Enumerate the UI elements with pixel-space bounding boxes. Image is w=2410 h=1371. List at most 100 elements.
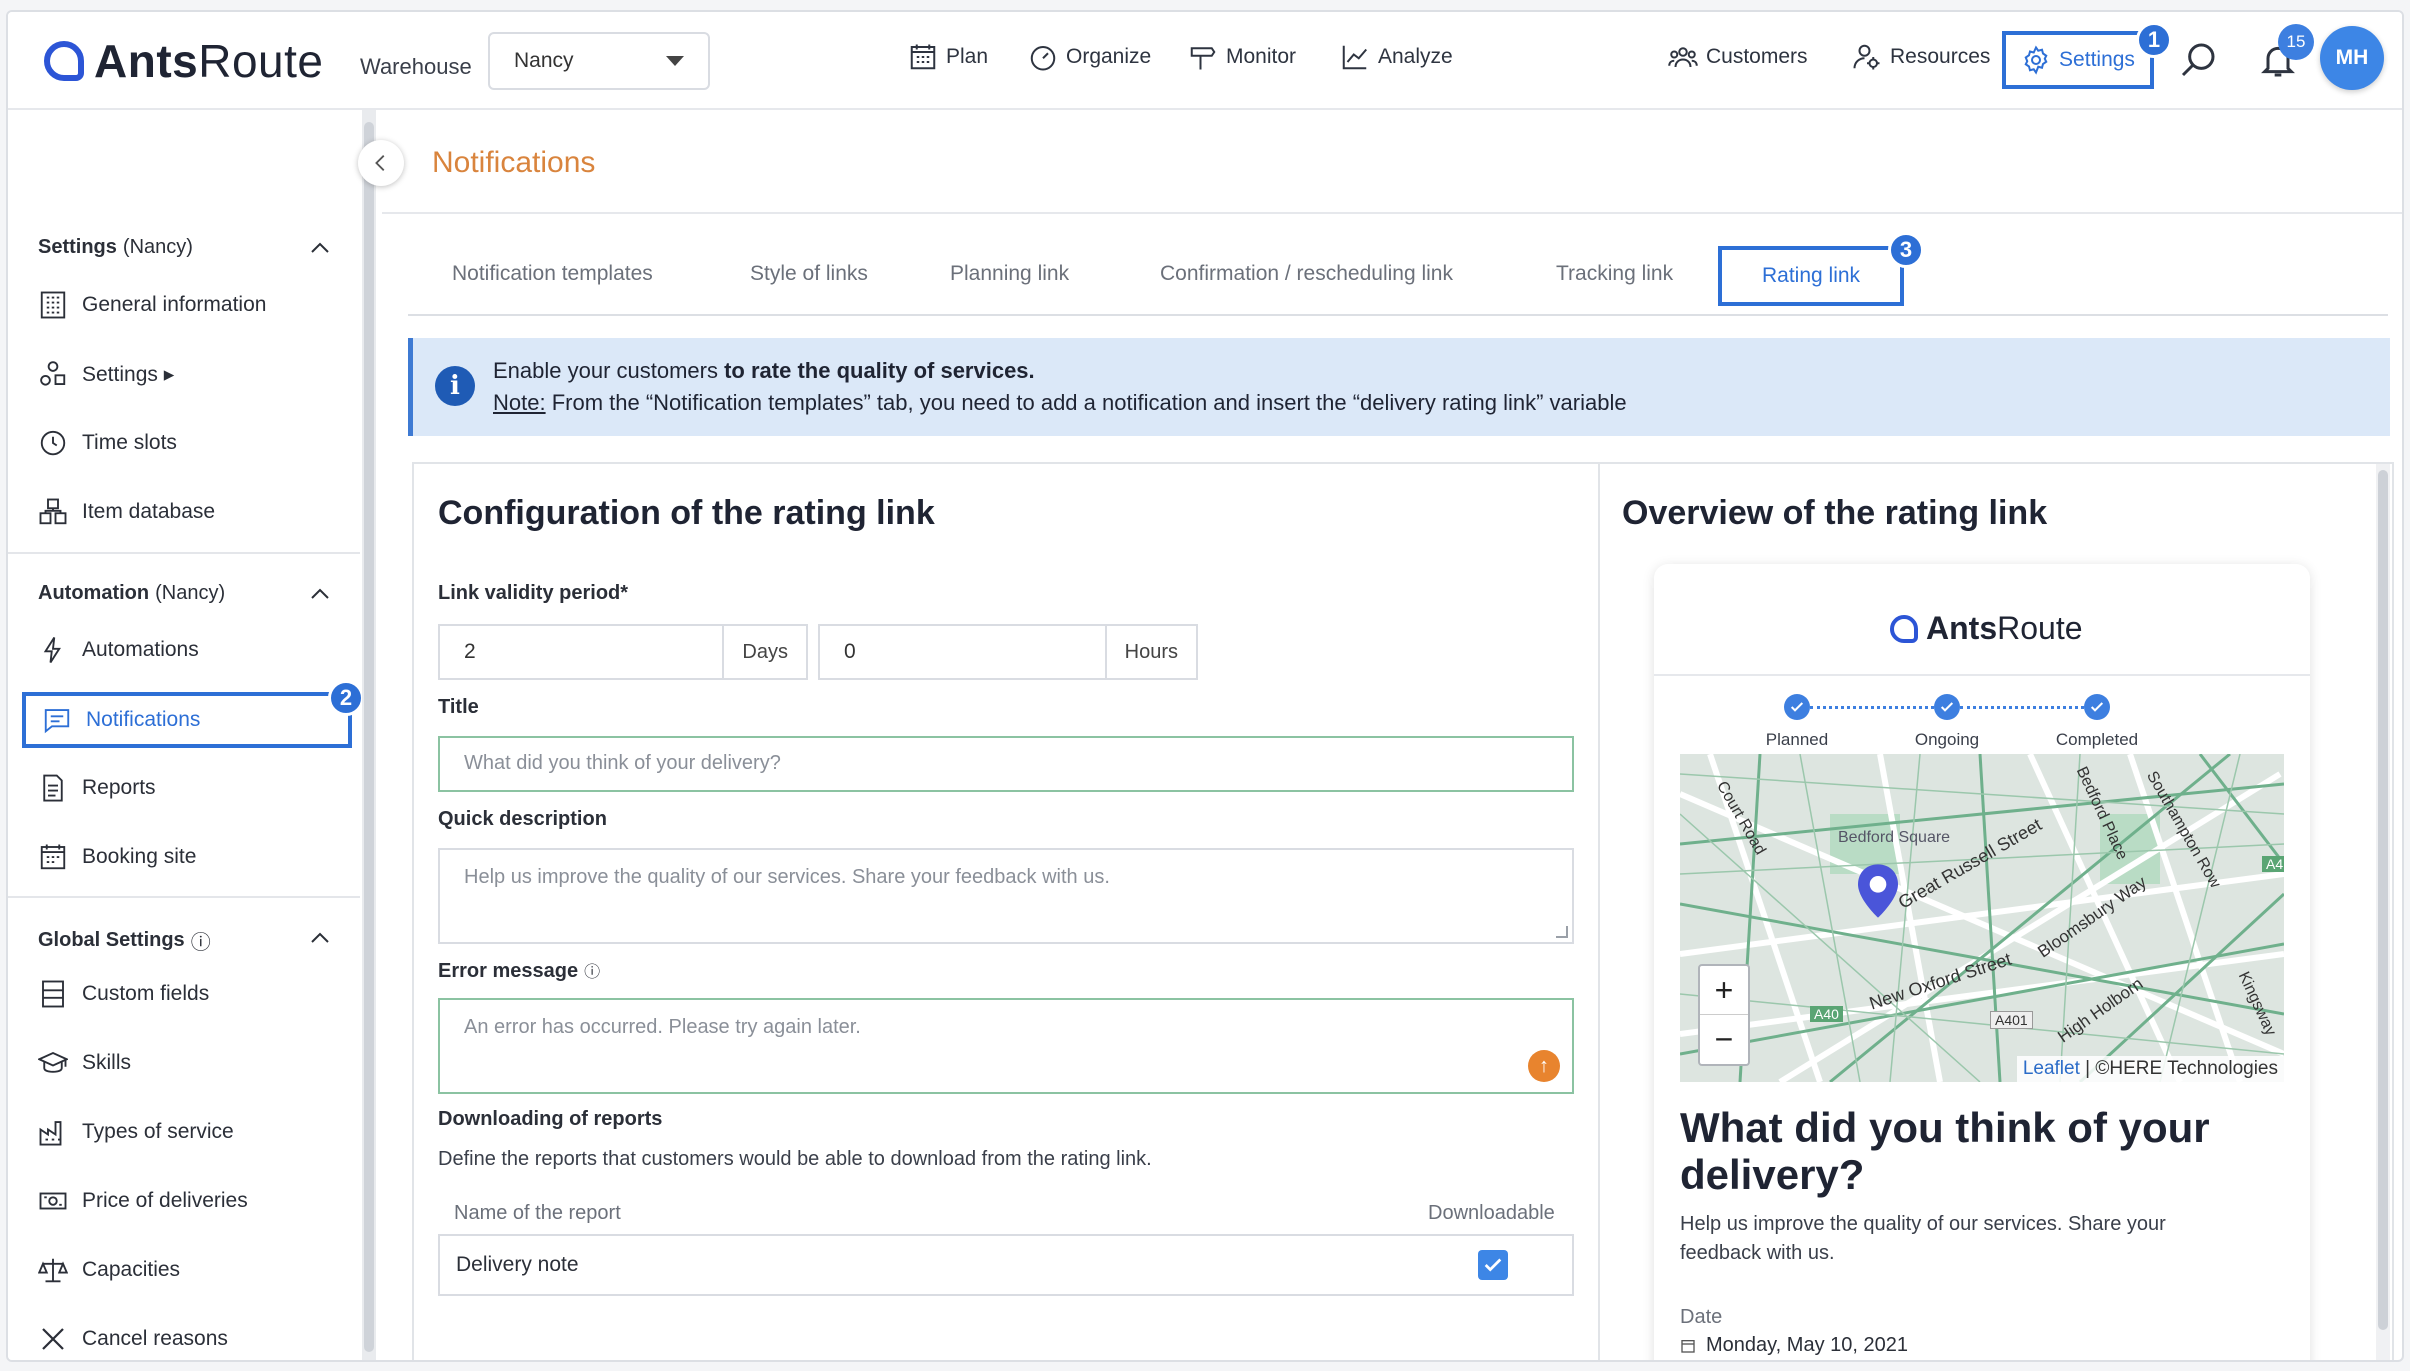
overview-scrollbar[interactable] bbox=[2376, 464, 2390, 1360]
tab-planning-link[interactable]: Planning link bbox=[950, 262, 1069, 286]
sidebar-item-capacities[interactable]: Capacities bbox=[38, 1245, 348, 1295]
sidebar-item-item-database[interactable]: Item database bbox=[38, 487, 348, 537]
sidebar-item-cancel-reasons[interactable]: Cancel reasons bbox=[38, 1314, 348, 1360]
days-unit: Days bbox=[722, 626, 806, 678]
quick-description-textarea[interactable]: Help us improve the quality of our servi… bbox=[438, 848, 1574, 944]
rating-preview-card: AntsRoute Planned Ongoing Completed Bedf… bbox=[1654, 564, 2310, 1360]
nav-customers[interactable]: Customers bbox=[1668, 42, 1808, 72]
map-label: Bedford Square bbox=[1838, 829, 1951, 846]
nav-customers-label: Customers bbox=[1706, 45, 1808, 68]
step-completed-check-icon bbox=[2084, 694, 2110, 720]
validity-hours-field[interactable]: 0 Hours bbox=[818, 624, 1198, 680]
table-row: Delivery note bbox=[438, 1234, 1574, 1296]
validity-days-field[interactable]: 2 Days bbox=[438, 624, 808, 680]
nav-analyze[interactable]: Analyze bbox=[1340, 42, 1453, 72]
map-view[interactable]: Bedford Square Great Russell Street New … bbox=[1680, 754, 2284, 1082]
app-logo[interactable]: AntsRoute bbox=[44, 34, 323, 88]
configuration-heading: Configuration of the rating link bbox=[438, 494, 935, 532]
nav-monitor[interactable]: Monitor bbox=[1188, 42, 1296, 72]
sidebar-item-time-slots[interactable]: Time slots bbox=[38, 418, 348, 468]
hours-value: 0 bbox=[844, 640, 856, 663]
resize-handle-icon[interactable] bbox=[1556, 926, 1568, 938]
user-gear-icon bbox=[1853, 44, 1880, 70]
bolt-icon bbox=[43, 636, 61, 664]
signpost-icon bbox=[1190, 47, 1216, 70]
sidebar-item-custom-fields[interactable]: Custom fields bbox=[38, 969, 348, 1019]
settings-nav-button[interactable]: Settings bbox=[2002, 31, 2154, 89]
section-global-settings-header[interactable]: Global Settings ⓘ bbox=[38, 926, 211, 955]
nav-organize[interactable]: Organize bbox=[1028, 42, 1151, 72]
logo-text-bold: Ants bbox=[94, 35, 199, 87]
preview-date-label: Date bbox=[1680, 1306, 1723, 1328]
error-message-placeholder: An error has occurred. Please try again … bbox=[464, 1016, 861, 1038]
banknote-icon bbox=[39, 1192, 67, 1210]
sidebar-item-booking-site[interactable]: Booking site bbox=[38, 832, 348, 882]
logo-text-rest: Route bbox=[198, 35, 324, 87]
scrollbar-thumb[interactable] bbox=[364, 122, 374, 1352]
zoom-in-button[interactable]: + bbox=[1700, 966, 1748, 1015]
sidebar-item-reports[interactable]: Reports bbox=[38, 763, 348, 813]
nav-plan[interactable]: Plan bbox=[908, 42, 988, 72]
sidebar-item-types-of-service[interactable]: Types of service bbox=[38, 1107, 348, 1157]
sidebar-item-price-of-deliveries[interactable]: Price of deliveries bbox=[38, 1176, 348, 1226]
sidebar-item-label: Settings ▸ bbox=[82, 362, 175, 386]
calendar-icon bbox=[40, 844, 66, 870]
step-badge-3: 3 bbox=[1888, 232, 1924, 268]
step-label-ongoing: Ongoing bbox=[1914, 730, 1980, 749]
downloadable-checkbox[interactable] bbox=[1478, 1250, 1508, 1280]
preview-title: What did you think of your delivery? bbox=[1680, 1104, 2210, 1199]
sidebar-item-automations[interactable]: Automations bbox=[38, 625, 348, 675]
chevron-up-icon[interactable] bbox=[308, 926, 332, 950]
warehouse-select[interactable]: Nancy bbox=[488, 32, 710, 90]
sidebar-item-notifications[interactable]: Notifications bbox=[22, 692, 352, 748]
sidebar-item-label: Custom fields bbox=[82, 982, 210, 1005]
tab-bar: Notification templates Style of links Pl… bbox=[408, 246, 2388, 316]
nav-resources[interactable]: Resources bbox=[1852, 42, 1990, 72]
title-divider bbox=[382, 212, 2402, 214]
graduation-cap-icon bbox=[38, 1051, 68, 1073]
settings-shapes-icon bbox=[40, 361, 66, 386]
avatar[interactable]: MH bbox=[2320, 26, 2384, 90]
section-settings-header[interactable]: Settings (Nancy) bbox=[38, 236, 193, 259]
road-shield: A40 bbox=[1810, 1006, 1843, 1022]
speedometer-icon bbox=[1030, 46, 1056, 71]
tab-style-of-links[interactable]: Style of links bbox=[750, 262, 868, 286]
title-input[interactable]: What did you think of your delivery? bbox=[438, 736, 1574, 792]
tab-rating-link[interactable]: Rating link bbox=[1718, 246, 1905, 306]
leaflet-link[interactable]: Leaflet bbox=[2023, 1058, 2080, 1079]
sidebar-item-label: Item database bbox=[82, 500, 216, 523]
map-pin-icon[interactable] bbox=[1858, 864, 1898, 918]
scale-icon bbox=[38, 1258, 68, 1283]
sidebar-item-settings[interactable]: Settings ▸ bbox=[38, 349, 348, 399]
tab-confirmation-rescheduling-link[interactable]: Confirmation / rescheduling link bbox=[1160, 262, 1453, 286]
zoom-out-button[interactable]: − bbox=[1700, 1015, 1748, 1064]
quick-description-label: Quick description bbox=[438, 808, 607, 830]
step-label-planned: Planned bbox=[1765, 730, 1829, 749]
error-message-textarea[interactable]: An error has occurred. Please try again … bbox=[438, 998, 1574, 1094]
sidebar-item-label: Time slots bbox=[82, 431, 177, 454]
sidebar-item-skills[interactable]: Skills bbox=[38, 1038, 348, 1088]
sidebar-scrollbar[interactable] bbox=[362, 110, 376, 1360]
sidebar-item-label: Capacities bbox=[82, 1258, 181, 1281]
section-automation-header[interactable]: Automation (Nancy) bbox=[38, 582, 225, 605]
sidebar-item-general-information[interactable]: General information bbox=[38, 280, 348, 330]
step-badge-1: 1 bbox=[2136, 22, 2172, 58]
collapse-sidebar-button[interactable] bbox=[358, 140, 404, 186]
search-button[interactable] bbox=[2178, 40, 2218, 80]
tab-notification-templates[interactable]: Notification templates bbox=[452, 262, 653, 286]
chevron-up-icon[interactable] bbox=[308, 236, 332, 260]
search-icon bbox=[2181, 43, 2215, 77]
error-message-label: Error message ⓘ bbox=[438, 958, 600, 983]
info-circle-icon[interactable]: ⓘ bbox=[584, 964, 600, 981]
notification-count-badge: 15 bbox=[2278, 24, 2314, 60]
tab-tracking-link[interactable]: Tracking link bbox=[1556, 262, 1673, 286]
factory-icon bbox=[39, 1121, 62, 1146]
scrollbar-thumb[interactable] bbox=[2378, 470, 2388, 1330]
clock-icon bbox=[40, 430, 66, 456]
chevron-up-icon[interactable] bbox=[308, 582, 332, 606]
page-title: Notifications bbox=[432, 146, 596, 179]
preview-logo-bold: Ants bbox=[1926, 610, 1998, 646]
column-header-downloadable: Downloadable bbox=[1428, 1202, 1555, 1224]
nav-organize-label: Organize bbox=[1066, 45, 1152, 68]
nav-plan-label: Plan bbox=[946, 45, 989, 68]
